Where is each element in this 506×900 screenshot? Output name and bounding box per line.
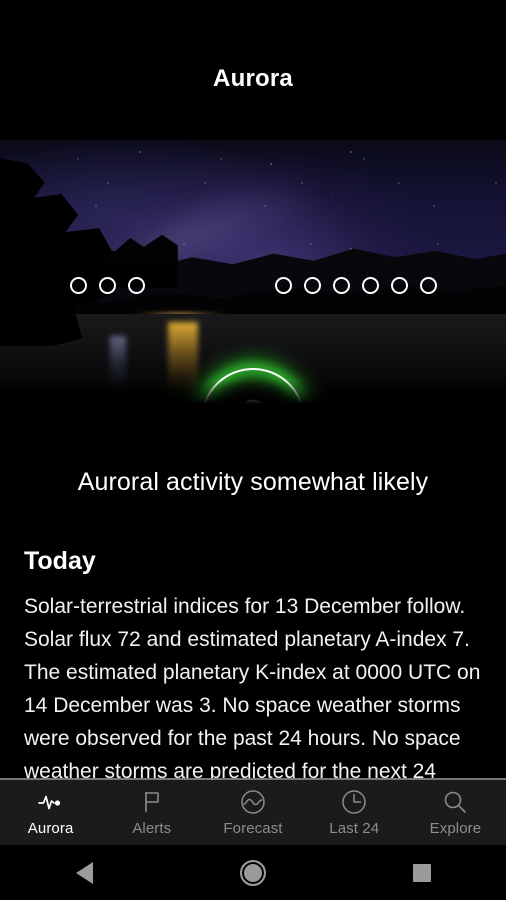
nav-back-button[interactable] [0,845,169,900]
flag-icon [139,789,165,815]
kp-scale-left-dots [64,276,151,294]
hero-bottom-fade [0,380,506,406]
kp-scale-right-dots [269,276,443,294]
tab-alerts[interactable]: Alerts [101,780,202,845]
kp-scale-dot [98,276,116,294]
bottom-tab-bar: Aurora Alerts Forecast Last 24 Explore [0,780,506,845]
triangle-back-icon [75,861,93,884]
page-title: Aurora [213,65,293,92]
tab-label-alerts: Alerts [132,819,172,837]
kp-scale-dot [69,276,87,294]
android-nav-bar [0,845,506,900]
kp-scale-dot [361,276,379,294]
tab-label-explore: Explore [429,819,482,837]
nav-home-button[interactable] [169,845,338,900]
circle-home-icon [240,859,266,886]
tab-aurora[interactable]: Aurora [0,780,101,845]
kp-scale-dot [274,276,292,294]
square-recents-icon [412,863,431,882]
kp-scale [0,273,506,297]
kp-scale-dot [332,276,350,294]
tab-label-aurora: Aurora [27,819,74,837]
tab-label-forecast: Forecast [223,819,283,837]
pulse-icon [37,789,64,815]
tab-forecast[interactable]: Forecast [202,780,303,845]
app-screen: Aurora 3 Auroral activity [0,0,506,900]
tab-last-24[interactable]: Last 24 [304,780,405,845]
kp-scale-dot [127,276,145,294]
kp-scale-dot [419,276,437,294]
section-heading-today: Today [24,547,96,575]
tab-label-last-24: Last 24 [329,819,380,837]
forecast-body-text: Solar-terrestrial indices for 13 Decembe… [24,595,481,780]
kp-scale-dot [390,276,408,294]
tab-explore[interactable]: Explore [405,780,506,845]
wave-circle-icon [240,789,266,815]
clock-icon [341,789,367,815]
search-icon [442,789,468,815]
nav-recents-button[interactable] [337,845,506,900]
activity-summary: Auroral activity somewhat likely [77,468,429,496]
app-header: Aurora [0,0,506,140]
kp-scale-dot [303,276,321,294]
hero-image: 3 [0,140,506,406]
content-scroll-area[interactable]: Auroral activity somewhat likely Today S… [0,406,506,780]
